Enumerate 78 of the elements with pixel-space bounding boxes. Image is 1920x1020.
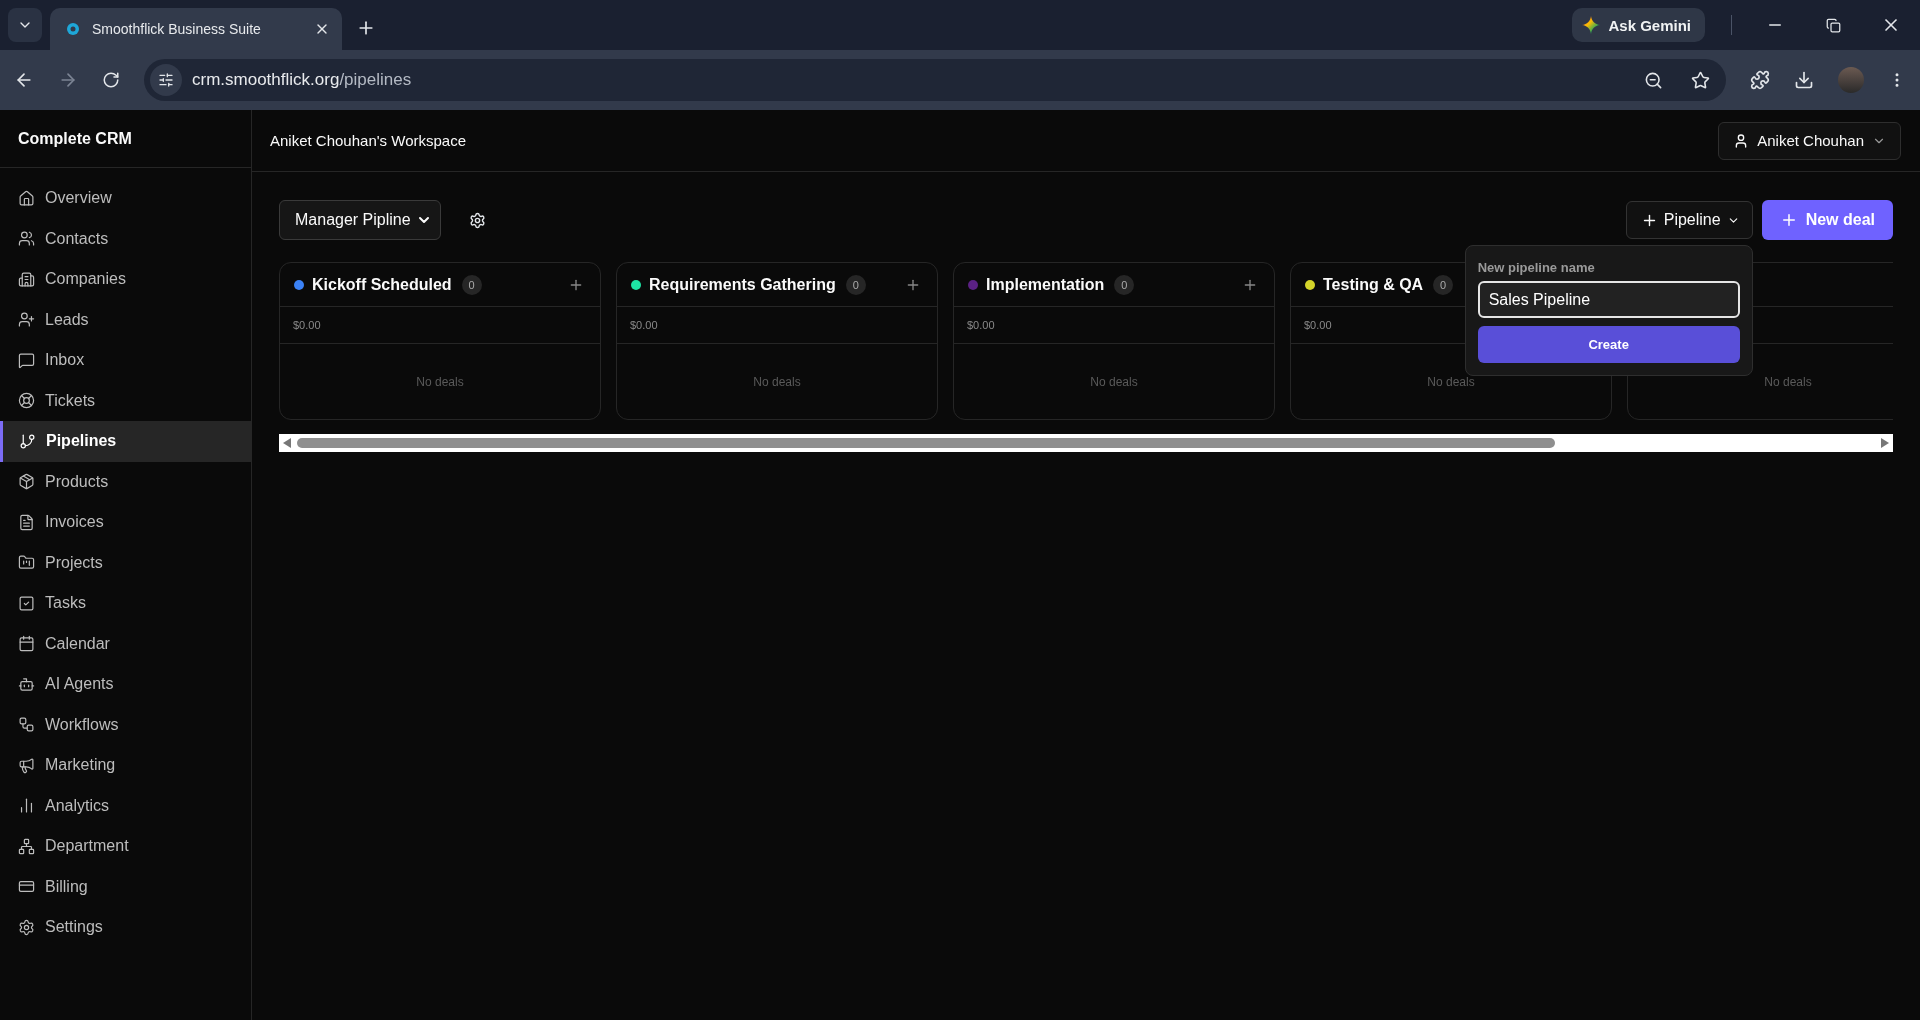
empty-state-text: No deals [753, 374, 801, 389]
nav-icon [18, 513, 35, 531]
nav-icon [18, 392, 35, 410]
sidebar-item[interactable]: Department [0, 826, 251, 867]
sidebar-item[interactable]: Calendar [0, 623, 251, 664]
star-icon[interactable] [1691, 70, 1710, 90]
nav-icon [18, 270, 35, 288]
stage-title: Kickoff Scheduled [312, 275, 452, 294]
sidebar-item[interactable]: Workflows [0, 704, 251, 745]
nav-icon [18, 635, 35, 653]
nav-icon [18, 311, 35, 329]
workspace-title: Aniket Chouhan's Workspace [270, 132, 467, 149]
horizontal-scrollbar[interactable] [279, 434, 1893, 452]
add-pipeline-button[interactable]: Pipeline [1625, 201, 1753, 239]
sidebar-item[interactable]: Products [0, 461, 251, 502]
sidebar-item[interactable]: Companies [0, 259, 251, 300]
sparkle-icon [1582, 16, 1601, 34]
sidebar-item[interactable]: Pipelines [0, 421, 251, 462]
stage-total: $0.00 [967, 319, 995, 331]
deal-count: 0 [1114, 274, 1135, 295]
scroll-left-icon[interactable] [283, 438, 291, 448]
sidebar-item[interactable]: Billing [0, 866, 251, 907]
stage-title: Testing & QA [1323, 275, 1424, 294]
nav-icon [18, 189, 35, 207]
reload-icon[interactable] [102, 71, 120, 89]
nav-icon [18, 230, 35, 248]
empty-state-text: No deals [1090, 374, 1138, 389]
sidebar-item[interactable]: Invoices [0, 502, 251, 543]
nav-icon [19, 432, 36, 450]
empty-state-text: No deals [1764, 374, 1812, 389]
stage-total: $0.00 [1304, 319, 1332, 331]
nav-icon [18, 351, 35, 369]
create-button[interactable]: Create [1477, 326, 1740, 363]
sidebar-item[interactable]: Marketing [0, 745, 251, 786]
nav-icon [18, 918, 35, 936]
nav-icon [18, 554, 35, 572]
sidebar-item[interactable]: Projects [0, 542, 251, 583]
nav-icon [18, 594, 35, 612]
sidebar-item[interactable]: Overview [0, 178, 251, 219]
sidebar-item[interactable]: Analytics [0, 785, 251, 826]
sidebar-item[interactable]: Leads [0, 299, 251, 340]
sidebar-item[interactable]: Tasks [0, 583, 251, 624]
deal-count: 0 [845, 274, 866, 295]
nav-icon [18, 797, 35, 815]
user-menu-button[interactable]: Aniket Chouhan [1718, 121, 1901, 160]
favicon-icon [66, 22, 80, 36]
field-label: New pipeline name [1477, 260, 1596, 275]
new-deal-button[interactable]: New deal [1761, 200, 1893, 240]
ask-gemini-button[interactable]: Ask Gemini [1572, 8, 1705, 42]
sidebar-item[interactable]: Tickets [0, 380, 251, 421]
nav-icon [18, 756, 35, 774]
sidebar-item[interactable]: Settings [0, 907, 251, 948]
deal-count: 0 [461, 274, 482, 295]
extensions-icon[interactable] [1750, 70, 1770, 90]
pipeline-name-field[interactable]: Sales Pipeline [1477, 281, 1740, 318]
scroll-right-icon[interactable] [1881, 438, 1889, 448]
nav-icon [18, 837, 35, 855]
tab-search-button[interactable] [8, 8, 42, 42]
stage-total: $0.00 [630, 319, 658, 331]
sidebar-item[interactable]: Inbox [0, 340, 251, 381]
site-info-icon[interactable] [150, 64, 182, 96]
brand-title: Complete CRM [0, 110, 251, 168]
deal-count: 0 [1433, 274, 1454, 295]
sidebar-item[interactable]: AI Agents [0, 664, 251, 705]
settings-icon[interactable] [469, 211, 486, 229]
stage-total: $0.00 [293, 319, 321, 331]
nav-icon [18, 716, 35, 734]
stage-title: Requirements Gathering [649, 275, 836, 294]
nav-icon [18, 473, 35, 491]
pipeline-select[interactable]: Manager Pipline [279, 200, 441, 240]
download-icon[interactable] [1794, 70, 1814, 90]
browser-tab[interactable]: Smoothflick Business Suite [50, 8, 342, 50]
stage-title: Implementation [986, 275, 1105, 294]
zoom-out-icon[interactable] [1644, 70, 1663, 90]
empty-state-text: No deals [1427, 374, 1475, 389]
empty-state-text: No deals [416, 374, 464, 389]
nav-icon [18, 675, 35, 693]
sidebar-item[interactable]: Contacts [0, 218, 251, 259]
